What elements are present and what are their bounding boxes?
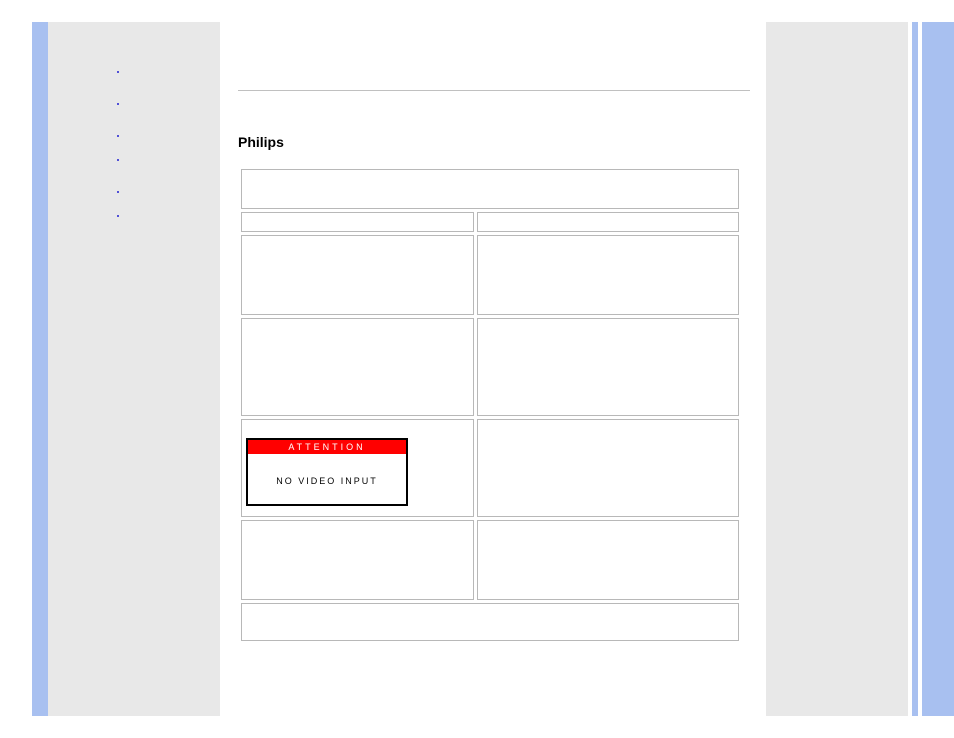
sidebar (48, 22, 220, 716)
table-row (241, 520, 739, 600)
sidebar-item-0[interactable] (128, 68, 220, 76)
table-row (241, 603, 739, 641)
table-cell (477, 235, 739, 315)
table-cell (477, 419, 739, 517)
table-cell (477, 520, 739, 600)
table-cell (241, 603, 739, 641)
table-row (241, 169, 739, 209)
sidebar-item-3[interactable] (128, 156, 220, 164)
attention-box: ATTENTION NO VIDEO INPUT (246, 438, 408, 506)
right-gutter (766, 22, 902, 716)
table-cell (477, 318, 739, 416)
sidebar-item-5[interactable] (128, 212, 220, 220)
table-cell-attention: ATTENTION NO VIDEO INPUT (241, 419, 474, 517)
table-cell (241, 318, 474, 416)
table-row: ATTENTION NO VIDEO INPUT (241, 419, 739, 517)
info-table-wrap: ATTENTION NO VIDEO INPUT (238, 166, 742, 644)
sidebar-item-1[interactable] (128, 100, 220, 108)
page-border-right (922, 22, 954, 716)
page-border-right-shadow (902, 22, 908, 716)
sidebar-item-4[interactable] (128, 188, 220, 196)
sidebar-nav (48, 22, 220, 220)
table-cell (477, 212, 739, 232)
info-table: ATTENTION NO VIDEO INPUT (238, 166, 742, 644)
table-row (241, 212, 739, 232)
section-heading: Philips (238, 134, 284, 150)
table-cell (241, 169, 739, 209)
table-cell (241, 235, 474, 315)
divider (238, 90, 750, 91)
page-border-right-inner (912, 22, 918, 716)
sidebar-item-2[interactable] (128, 132, 220, 140)
attention-message: NO VIDEO INPUT (248, 454, 406, 508)
table-cell (241, 212, 474, 232)
table-row (241, 235, 739, 315)
page-border-left (32, 22, 48, 716)
attention-title: ATTENTION (248, 440, 406, 454)
table-row (241, 318, 739, 416)
table-cell (241, 520, 474, 600)
